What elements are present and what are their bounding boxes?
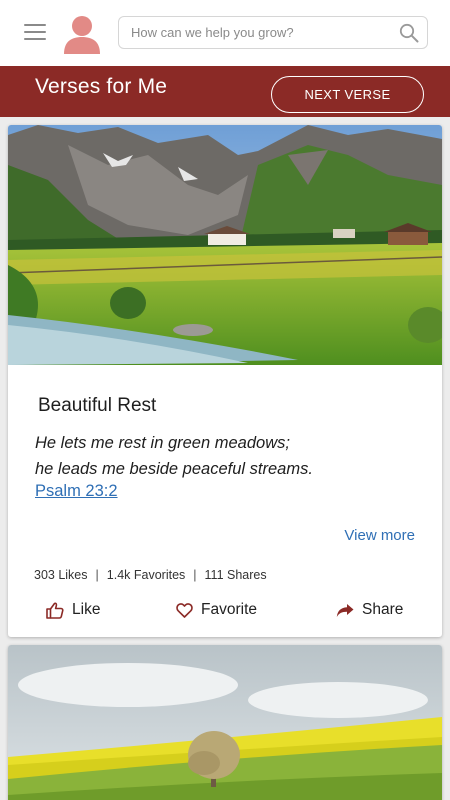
- verse-reference-link[interactable]: Psalm 23:2: [35, 482, 118, 501]
- view-more-link[interactable]: View more: [344, 527, 415, 544]
- verse-title: Beautiful Rest: [38, 395, 157, 416]
- favorite-label: Favorite: [201, 601, 257, 618]
- share-arrow-icon: [336, 603, 354, 617]
- next-verse-button[interactable]: NEXT VERSE: [271, 76, 424, 113]
- engagement-stats: 303 Likes | 1.4k Favorites | 111 Shares: [34, 568, 267, 582]
- likes-count: 303 Likes: [34, 568, 88, 582]
- thumbs-up-icon: [46, 602, 64, 619]
- verse-line: He lets me rest in green meadows;: [35, 434, 290, 452]
- verse-card: Beautiful Rest He lets me rest in green …: [8, 125, 442, 637]
- like-button[interactable]: Like: [46, 597, 100, 623]
- mountain-meadow-stream-photo: [8, 125, 442, 365]
- verse-line: he leads me beside peaceful streams.: [35, 460, 313, 478]
- shares-count: 111 Shares: [204, 568, 267, 582]
- like-label: Like: [72, 601, 101, 618]
- search-icon[interactable]: [399, 23, 419, 43]
- top-bar: [0, 0, 450, 66]
- heart-icon: [176, 602, 193, 618]
- stats-separator: |: [193, 568, 197, 582]
- search-input[interactable]: [131, 17, 391, 48]
- verse-card: [8, 645, 442, 800]
- search-field[interactable]: [118, 16, 428, 49]
- hamburger-menu-icon[interactable]: [24, 24, 46, 42]
- section-banner: Verses for Me NEXT VERSE: [0, 66, 450, 117]
- favorites-count: 1.4k Favorites: [106, 568, 186, 582]
- card-actions: Like Favorite Share: [8, 597, 442, 623]
- favorite-button[interactable]: Favorite: [176, 597, 257, 623]
- share-button[interactable]: Share: [336, 597, 403, 623]
- verse-text: He lets me rest in green meadows; he lea…: [35, 430, 313, 482]
- page-title: Verses for Me: [35, 75, 168, 98]
- stats-separator: |: [95, 568, 99, 582]
- yellow-field-tree-photo: [8, 645, 442, 800]
- share-label: Share: [362, 601, 404, 618]
- user-avatar-icon[interactable]: [63, 14, 101, 54]
